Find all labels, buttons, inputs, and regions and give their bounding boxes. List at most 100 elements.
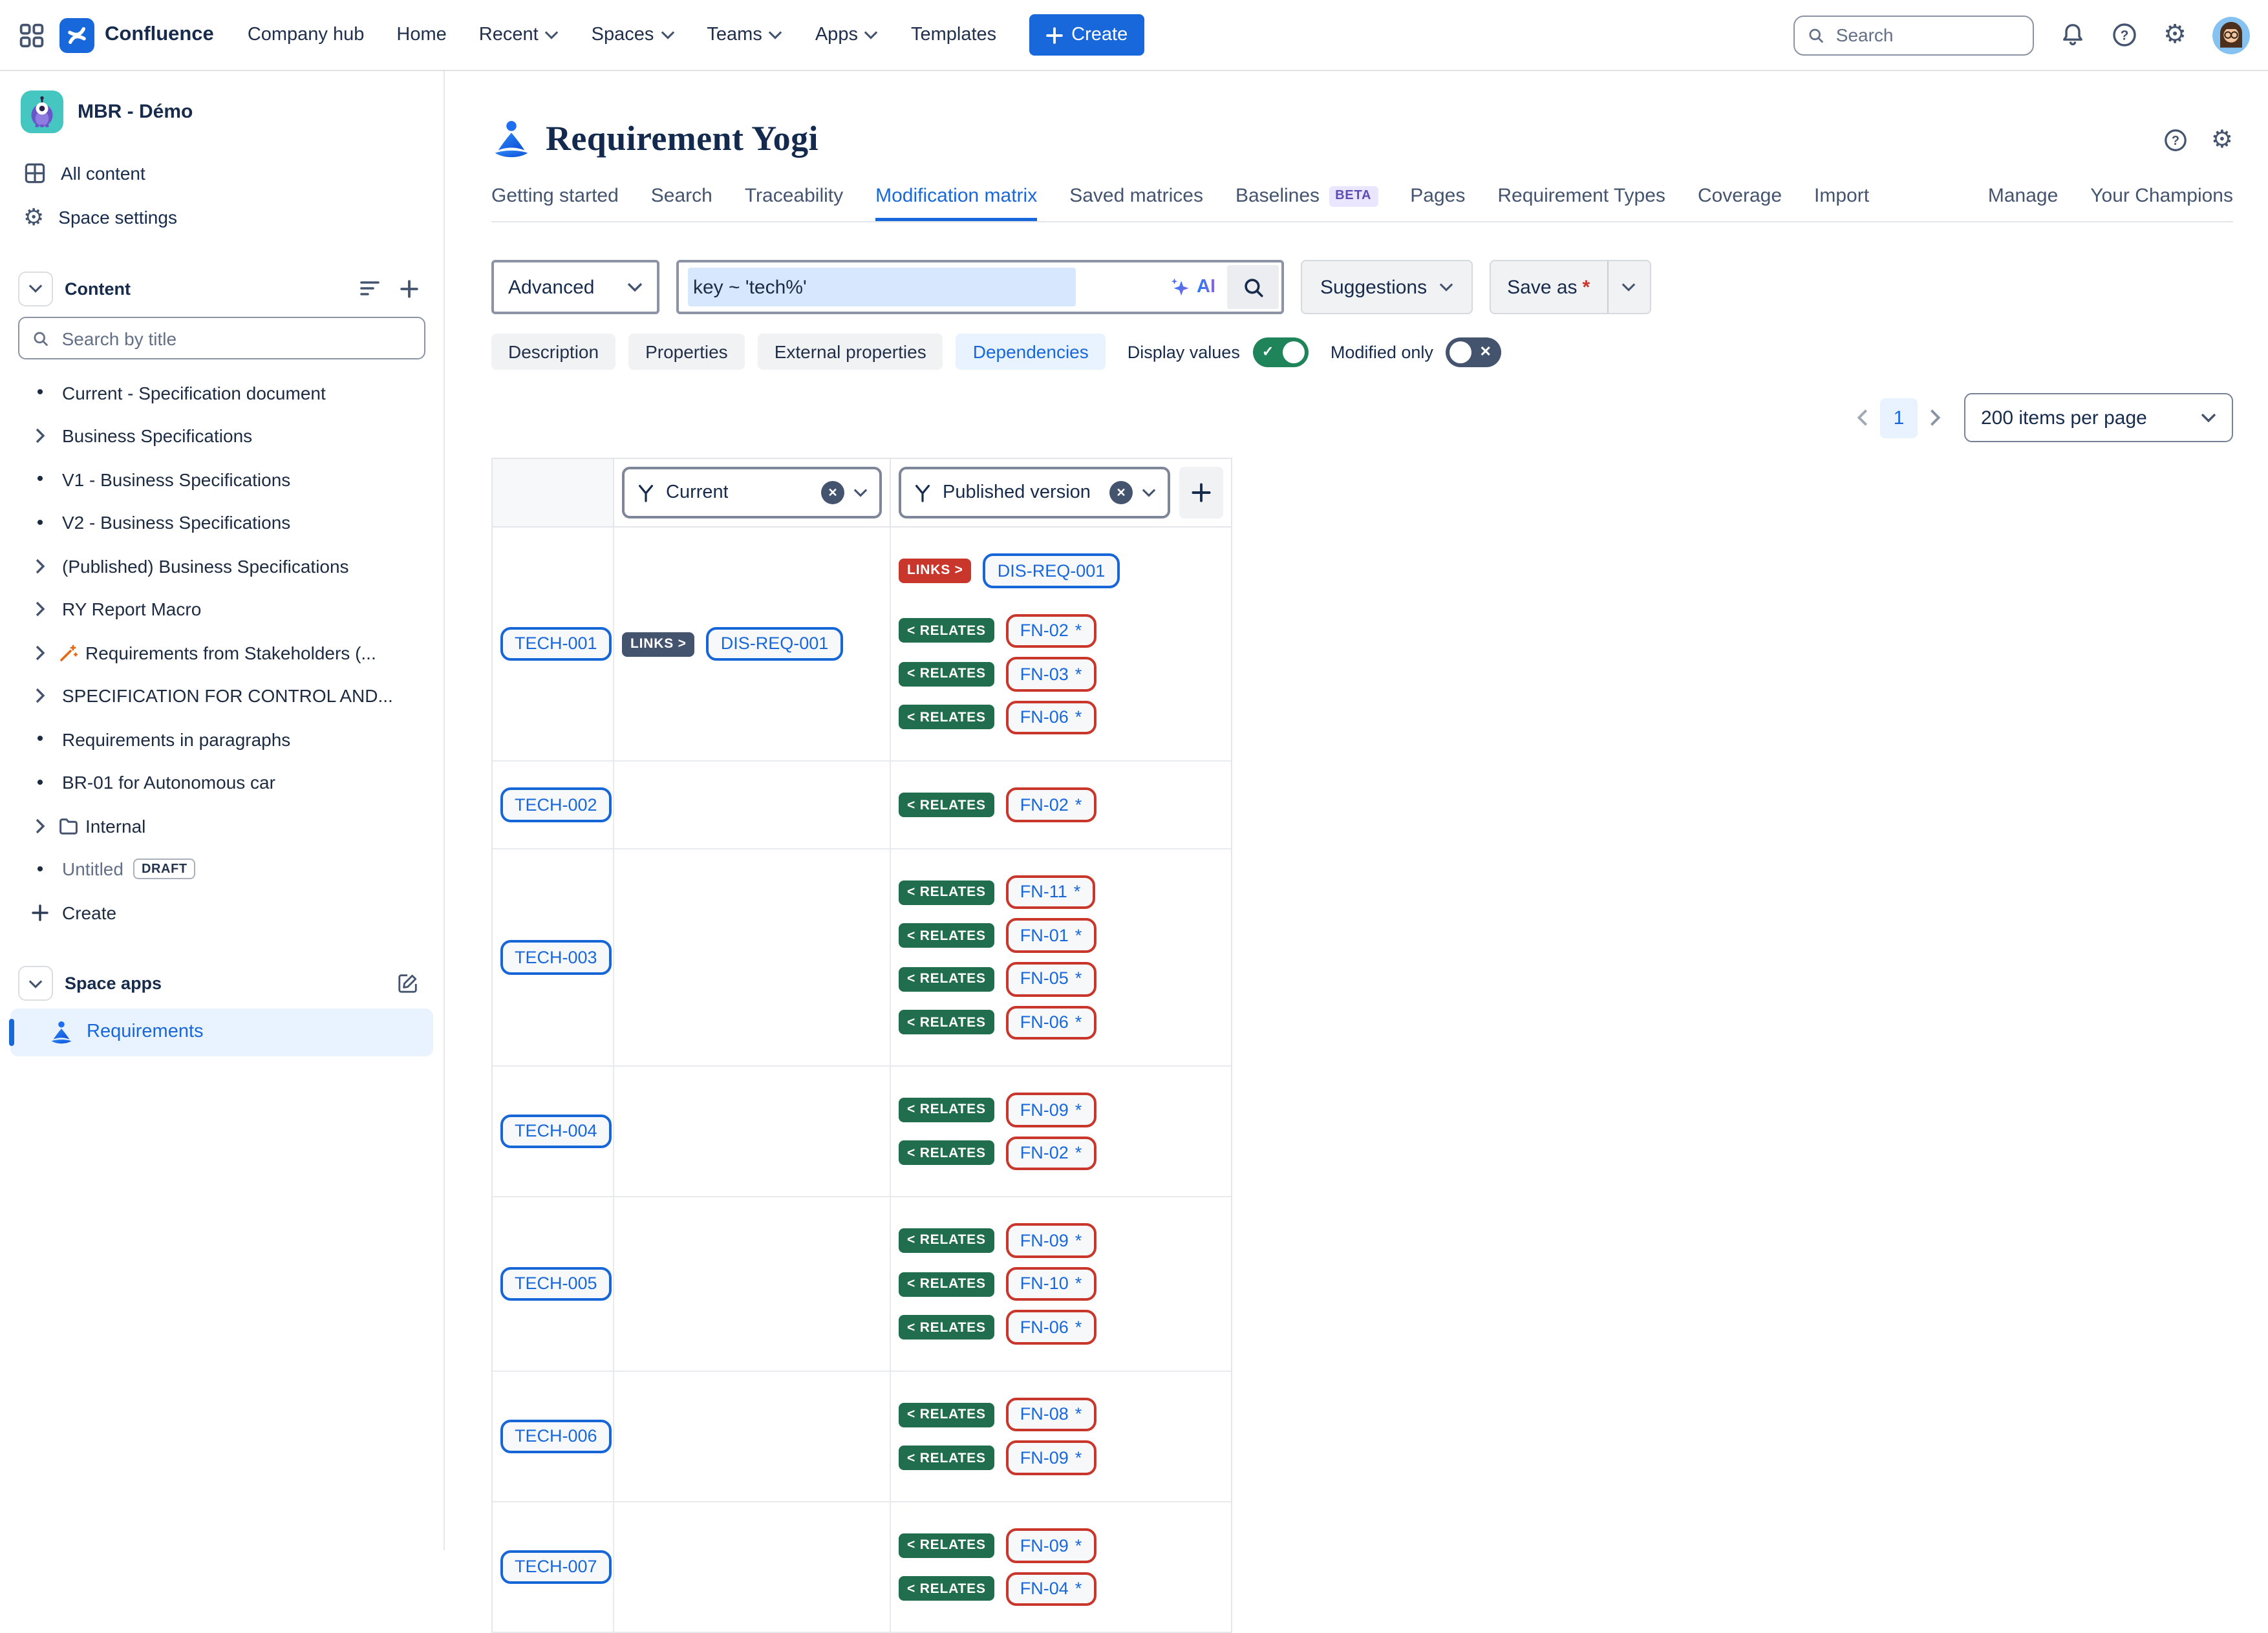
avatar[interactable] <box>2212 16 2250 54</box>
requirement-chip[interactable]: FN-04* <box>1006 1572 1097 1606</box>
sidebar-item-requirements[interactable]: Requirements <box>10 1008 433 1056</box>
requirement-key-chip[interactable]: TECH-007 <box>500 1550 612 1585</box>
save-as-button[interactable]: Save as * <box>1490 261 1607 313</box>
tree-item[interactable]: (Published) Business Specifications <box>16 544 428 588</box>
chip-dependencies[interactable]: Dependencies <box>956 334 1106 370</box>
tab-coverage[interactable]: Coverage <box>1698 185 1782 221</box>
sidebar-item-all-content[interactable]: All content <box>16 151 428 195</box>
tab-your-champions[interactable]: Your Champions <box>2090 185 2233 221</box>
save-as-dropdown-button[interactable] <box>1608 261 1649 313</box>
requirement-key-chip[interactable]: TECH-006 <box>500 1419 612 1453</box>
page-size-select[interactable]: 200 items per page <box>1964 393 2233 442</box>
chevron-right-icon[interactable] <box>25 429 56 444</box>
requirement-chip[interactable]: FN-09* <box>1006 1093 1097 1127</box>
collapse-space-apps-button[interactable] <box>18 966 53 1001</box>
tab-search[interactable]: Search <box>651 185 712 221</box>
tab-baselines[interactable]: BaselinesBETA <box>1236 185 1378 221</box>
column-selector-published-version[interactable]: Published version ✕ <box>899 467 1170 518</box>
prev-page-icon[interactable] <box>1857 409 1868 427</box>
current-page[interactable]: 1 <box>1880 398 1918 438</box>
requirement-chip[interactable]: FN-09* <box>1006 1441 1097 1475</box>
requirement-chip[interactable]: FN-10* <box>1006 1267 1097 1301</box>
tree-item[interactable]: Requirements from Stakeholders (... <box>16 631 428 674</box>
chevron-right-icon[interactable] <box>25 818 56 834</box>
chevron-right-icon[interactable] <box>25 688 56 704</box>
sidebar-item-space-settings[interactable]: ⚙ Space settings <box>16 195 428 239</box>
nav-teams[interactable]: Teams <box>707 25 782 45</box>
requirement-chip[interactable]: FN-03* <box>1006 657 1097 691</box>
requirement-chip[interactable]: FN-02* <box>1006 1136 1097 1170</box>
requirement-chip[interactable]: FN-01* <box>1006 919 1097 953</box>
column-selector-current[interactable]: Current ✕ <box>622 467 882 518</box>
plus-icon[interactable] <box>400 279 419 298</box>
global-search[interactable] <box>1793 15 2034 55</box>
help-icon[interactable]: ? <box>2112 22 2137 48</box>
tab-getting-started[interactable]: Getting started <box>491 185 619 221</box>
requirement-key-chip[interactable]: TECH-003 <box>500 940 612 974</box>
nav-recent[interactable]: Recent <box>479 25 559 45</box>
filter-icon[interactable] <box>359 279 380 297</box>
space-header[interactable]: MBR - Démo <box>16 88 428 136</box>
tree-item[interactable]: •V1 - Business Specifications <box>16 458 428 501</box>
chip-properties[interactable]: Properties <box>628 334 745 370</box>
sidebar-search[interactable] <box>18 317 425 359</box>
requirement-chip[interactable]: FN-11* <box>1006 875 1095 910</box>
tree-item[interactable]: SPECIFICATION FOR CONTROL AND... <box>16 674 428 718</box>
nav-apps[interactable]: Apps <box>815 25 879 45</box>
tab-pages[interactable]: Pages <box>1410 185 1465 221</box>
tab-traceability[interactable]: Traceability <box>745 185 843 221</box>
notifications-bell-icon[interactable] <box>2060 22 2086 48</box>
sidebar-search-input[interactable] <box>59 326 411 350</box>
requirement-chip[interactable]: FN-06* <box>1006 1005 1097 1040</box>
clear-column-icon[interactable]: ✕ <box>1109 481 1133 504</box>
add-column-button[interactable] <box>1179 467 1223 518</box>
requirement-key-chip[interactable]: TECH-001 <box>500 627 612 661</box>
chip-external-properties[interactable]: External properties <box>758 334 943 370</box>
tab-import[interactable]: Import <box>1814 185 1869 221</box>
requirement-chip[interactable]: FN-09* <box>1006 1528 1097 1563</box>
tab-manage[interactable]: Manage <box>1988 185 2058 221</box>
chevron-right-icon[interactable] <box>25 602 56 617</box>
requirement-key-chip[interactable]: TECH-004 <box>500 1115 612 1149</box>
requirement-chip[interactable]: FN-08* <box>1006 1398 1097 1432</box>
chevron-right-icon[interactable] <box>25 559 56 574</box>
collapse-content-button[interactable] <box>18 271 53 306</box>
requirement-key-chip[interactable]: TECH-005 <box>500 1267 612 1301</box>
requirement-chip[interactable]: FN-06* <box>1006 1310 1097 1345</box>
tab-requirement-types[interactable]: Requirement Types <box>1497 185 1665 221</box>
nav-home[interactable]: Home <box>396 25 446 45</box>
tree-item[interactable]: •V2 - Business Specifications <box>16 501 428 544</box>
confluence-logo-icon[interactable] <box>59 17 94 52</box>
tree-item[interactable]: •BR-01 for Autonomous car <box>16 761 428 804</box>
requirement-chip[interactable]: FN-05* <box>1006 962 1097 996</box>
tree-item[interactable]: •Current - Specification document <box>16 371 428 414</box>
create-button[interactable]: Create <box>1029 14 1144 56</box>
tree-item[interactable]: •UntitledDRAFT <box>16 848 428 891</box>
settings-gear-icon[interactable]: ⚙ <box>2163 22 2187 48</box>
ry-help-icon[interactable]: ? <box>2163 128 2188 153</box>
query-input[interactable]: key ~ 'tech%' AI <box>676 260 1284 314</box>
query-mode-select[interactable]: Advanced <box>491 260 659 314</box>
chevron-right-icon[interactable] <box>25 645 56 661</box>
app-switcher-icon[interactable] <box>18 21 45 48</box>
suggestions-button[interactable]: Suggestions <box>1301 260 1472 314</box>
tab-modification-matrix[interactable]: Modification matrix <box>875 185 1037 221</box>
edit-pencil-icon[interactable] <box>397 972 419 994</box>
tree-item[interactable]: Business Specifications <box>16 414 428 458</box>
tab-saved-matrices[interactable]: Saved matrices <box>1069 185 1203 221</box>
requirement-chip[interactable]: FN-02* <box>1006 788 1097 822</box>
nav-spaces[interactable]: Spaces <box>592 25 675 45</box>
sidebar-create-item[interactable]: Create <box>16 891 428 934</box>
requirement-chip[interactable]: DIS-REQ-001 <box>983 553 1120 588</box>
global-search-input[interactable] <box>1834 23 2020 47</box>
requirement-chip[interactable]: FN-02* <box>1006 614 1097 648</box>
ry-settings-gear-icon[interactable]: ⚙ <box>2211 128 2233 153</box>
clear-column-icon[interactable]: ✕ <box>821 481 844 504</box>
tree-item[interactable]: •Requirements in paragraphs <box>16 718 428 761</box>
next-page-icon[interactable] <box>1929 409 1941 427</box>
nav-company-hub[interactable]: Company hub <box>248 25 365 45</box>
requirement-chip[interactable]: FN-09* <box>1006 1223 1097 1257</box>
requirement-key-chip[interactable]: TECH-002 <box>500 788 612 822</box>
tree-item[interactable]: Internal <box>16 804 428 848</box>
tree-item[interactable]: RY Report Macro <box>16 588 428 631</box>
